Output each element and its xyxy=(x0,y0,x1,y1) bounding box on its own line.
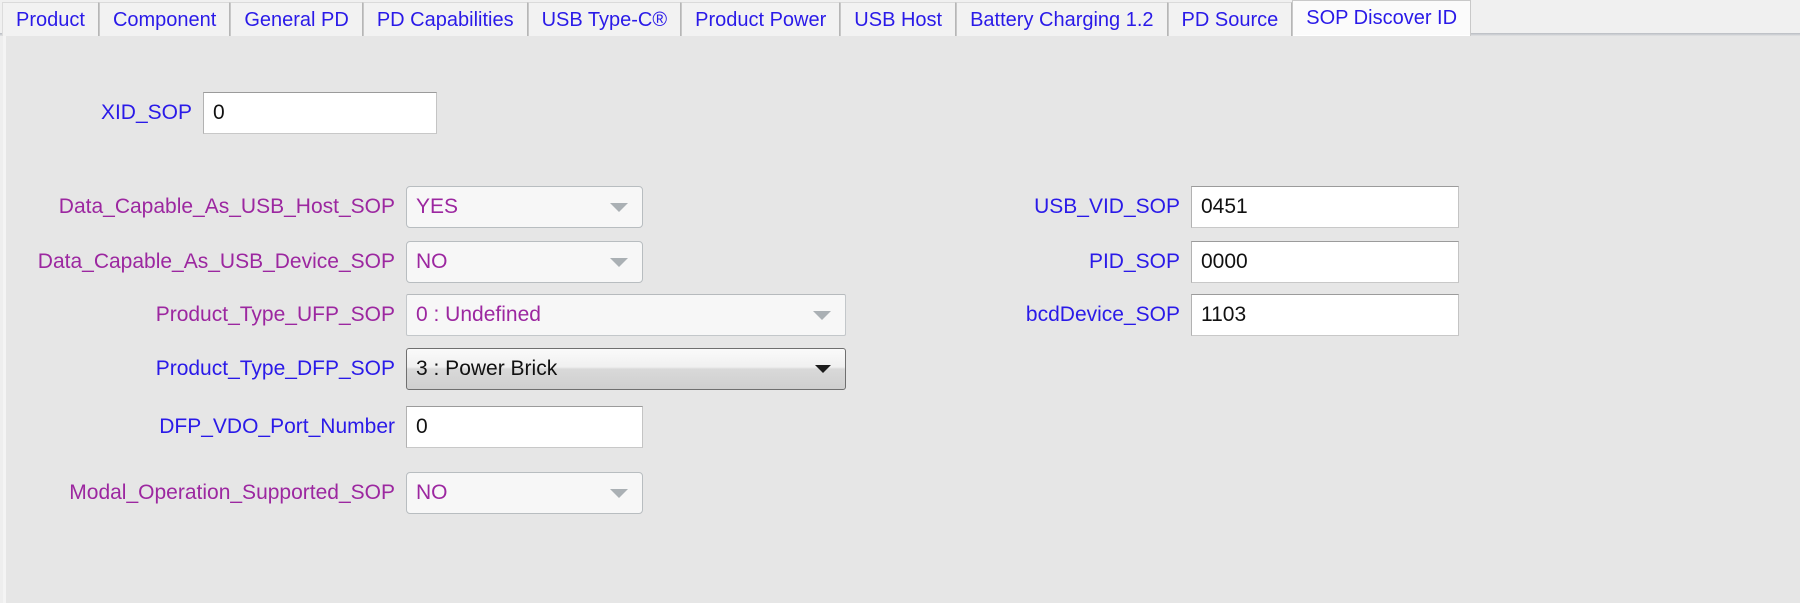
tab-general-pd[interactable]: General PD xyxy=(230,2,363,36)
combobox-value-product-type-dfp-sop: 3 : Power Brick xyxy=(416,357,558,380)
label-usb-vid-sop: USB_VID_SOP xyxy=(1034,195,1180,218)
combobox-value-data-capable-as-usb-device-sop: NO xyxy=(416,250,448,273)
field-row-product-type-dfp-sop: Product_Type_DFP_SOP 3 : Power Brick xyxy=(3,348,978,390)
combobox-product-type-dfp-sop[interactable]: 3 : Power Brick xyxy=(406,348,846,390)
tab-sop-discover-id[interactable]: SOP Discover ID xyxy=(1292,0,1472,36)
chevron-down-icon xyxy=(815,365,831,373)
field-row-usb-vid-sop: USB_VID_SOP 0451 xyxy=(873,186,1493,228)
label-pid-sop: PID_SOP xyxy=(1088,250,1180,273)
combobox-modal-operation-supported-sop[interactable]: NO xyxy=(406,472,643,514)
combobox-data-capable-as-usb-host-sop[interactable]: YES xyxy=(406,186,643,228)
field-row-dfp-vdo-port-number: DFP_VDO_Port_Number 0 xyxy=(3,406,648,448)
input-xid-sop[interactable]: 0 xyxy=(203,92,437,134)
tab-battery-charging[interactable]: Battery Charging 1.2 xyxy=(956,2,1168,36)
label-product-type-ufp-sop: Product_Type_UFP_SOP xyxy=(155,303,395,326)
field-row-data-capable-as-usb-device-sop: Data_Capable_As_USB_Device_SOP NO xyxy=(3,241,648,283)
label-bcddevice-sop: bcdDevice_SOP xyxy=(1025,303,1180,326)
tab-strip: Product Component General PD PD Capabili… xyxy=(0,0,1800,36)
tab-component[interactable]: Component xyxy=(98,2,231,36)
field-row-product-type-ufp-sop: Product_Type_UFP_SOP 0 : Undefined xyxy=(3,294,978,336)
label-xid-sop: XID_SOP xyxy=(100,101,192,124)
input-usb-vid-sop[interactable]: 0451 xyxy=(1191,186,1459,228)
label-modal-operation-supported-sop: Modal_Operation_Supported_SOP xyxy=(69,481,395,504)
field-row-pid-sop: PID_SOP 0000 xyxy=(873,241,1493,283)
tab-pd-capabilities[interactable]: PD Capabilities xyxy=(362,2,528,36)
combobox-data-capable-as-usb-device-sop[interactable]: NO xyxy=(406,241,643,283)
combobox-value-data-capable-as-usb-host-sop: YES xyxy=(416,195,459,218)
label-product-type-dfp-sop: Product_Type_DFP_SOP xyxy=(155,357,395,380)
field-row-data-capable-as-usb-host-sop: Data_Capable_As_USB_Host_SOP YES xyxy=(3,186,648,228)
tab-pd-source[interactable]: PD Source xyxy=(1167,2,1293,36)
field-row-bcddevice-sop: bcdDevice_SOP 1103 xyxy=(873,294,1493,336)
label-data-capable-as-usb-host-sop: Data_Capable_As_USB_Host_SOP xyxy=(58,195,395,218)
sop-discover-id-panel: XID_SOP 0 Data_Capable_As_USB_Host_SOP Y… xyxy=(0,36,1800,603)
combobox-value-product-type-ufp-sop: 0 : Undefined xyxy=(416,303,541,326)
input-dfp-vdo-port-number[interactable]: 0 xyxy=(406,406,643,448)
field-row-xid-sop: XID_SOP 0 xyxy=(3,92,443,134)
chevron-down-icon xyxy=(610,258,628,267)
tab-usb-host[interactable]: USB Host xyxy=(840,2,957,36)
tab-product-power[interactable]: Product Power xyxy=(681,2,841,36)
tab-usb-type-c[interactable]: USB Type-C® xyxy=(527,2,682,36)
chevron-down-icon xyxy=(610,489,628,498)
label-dfp-vdo-port-number: DFP_VDO_Port_Number xyxy=(159,415,395,438)
input-pid-sop[interactable]: 0000 xyxy=(1191,241,1459,283)
field-row-modal-operation-supported-sop: Modal_Operation_Supported_SOP NO xyxy=(3,472,648,514)
chevron-down-icon xyxy=(610,203,628,212)
combobox-value-modal-operation-supported-sop: NO xyxy=(416,481,448,504)
input-bcddevice-sop[interactable]: 1103 xyxy=(1191,294,1459,336)
label-data-capable-as-usb-device-sop: Data_Capable_As_USB_Device_SOP xyxy=(37,250,395,273)
combobox-product-type-ufp-sop[interactable]: 0 : Undefined xyxy=(406,294,846,336)
tab-product[interactable]: Product xyxy=(2,2,99,36)
chevron-down-icon xyxy=(813,311,831,320)
